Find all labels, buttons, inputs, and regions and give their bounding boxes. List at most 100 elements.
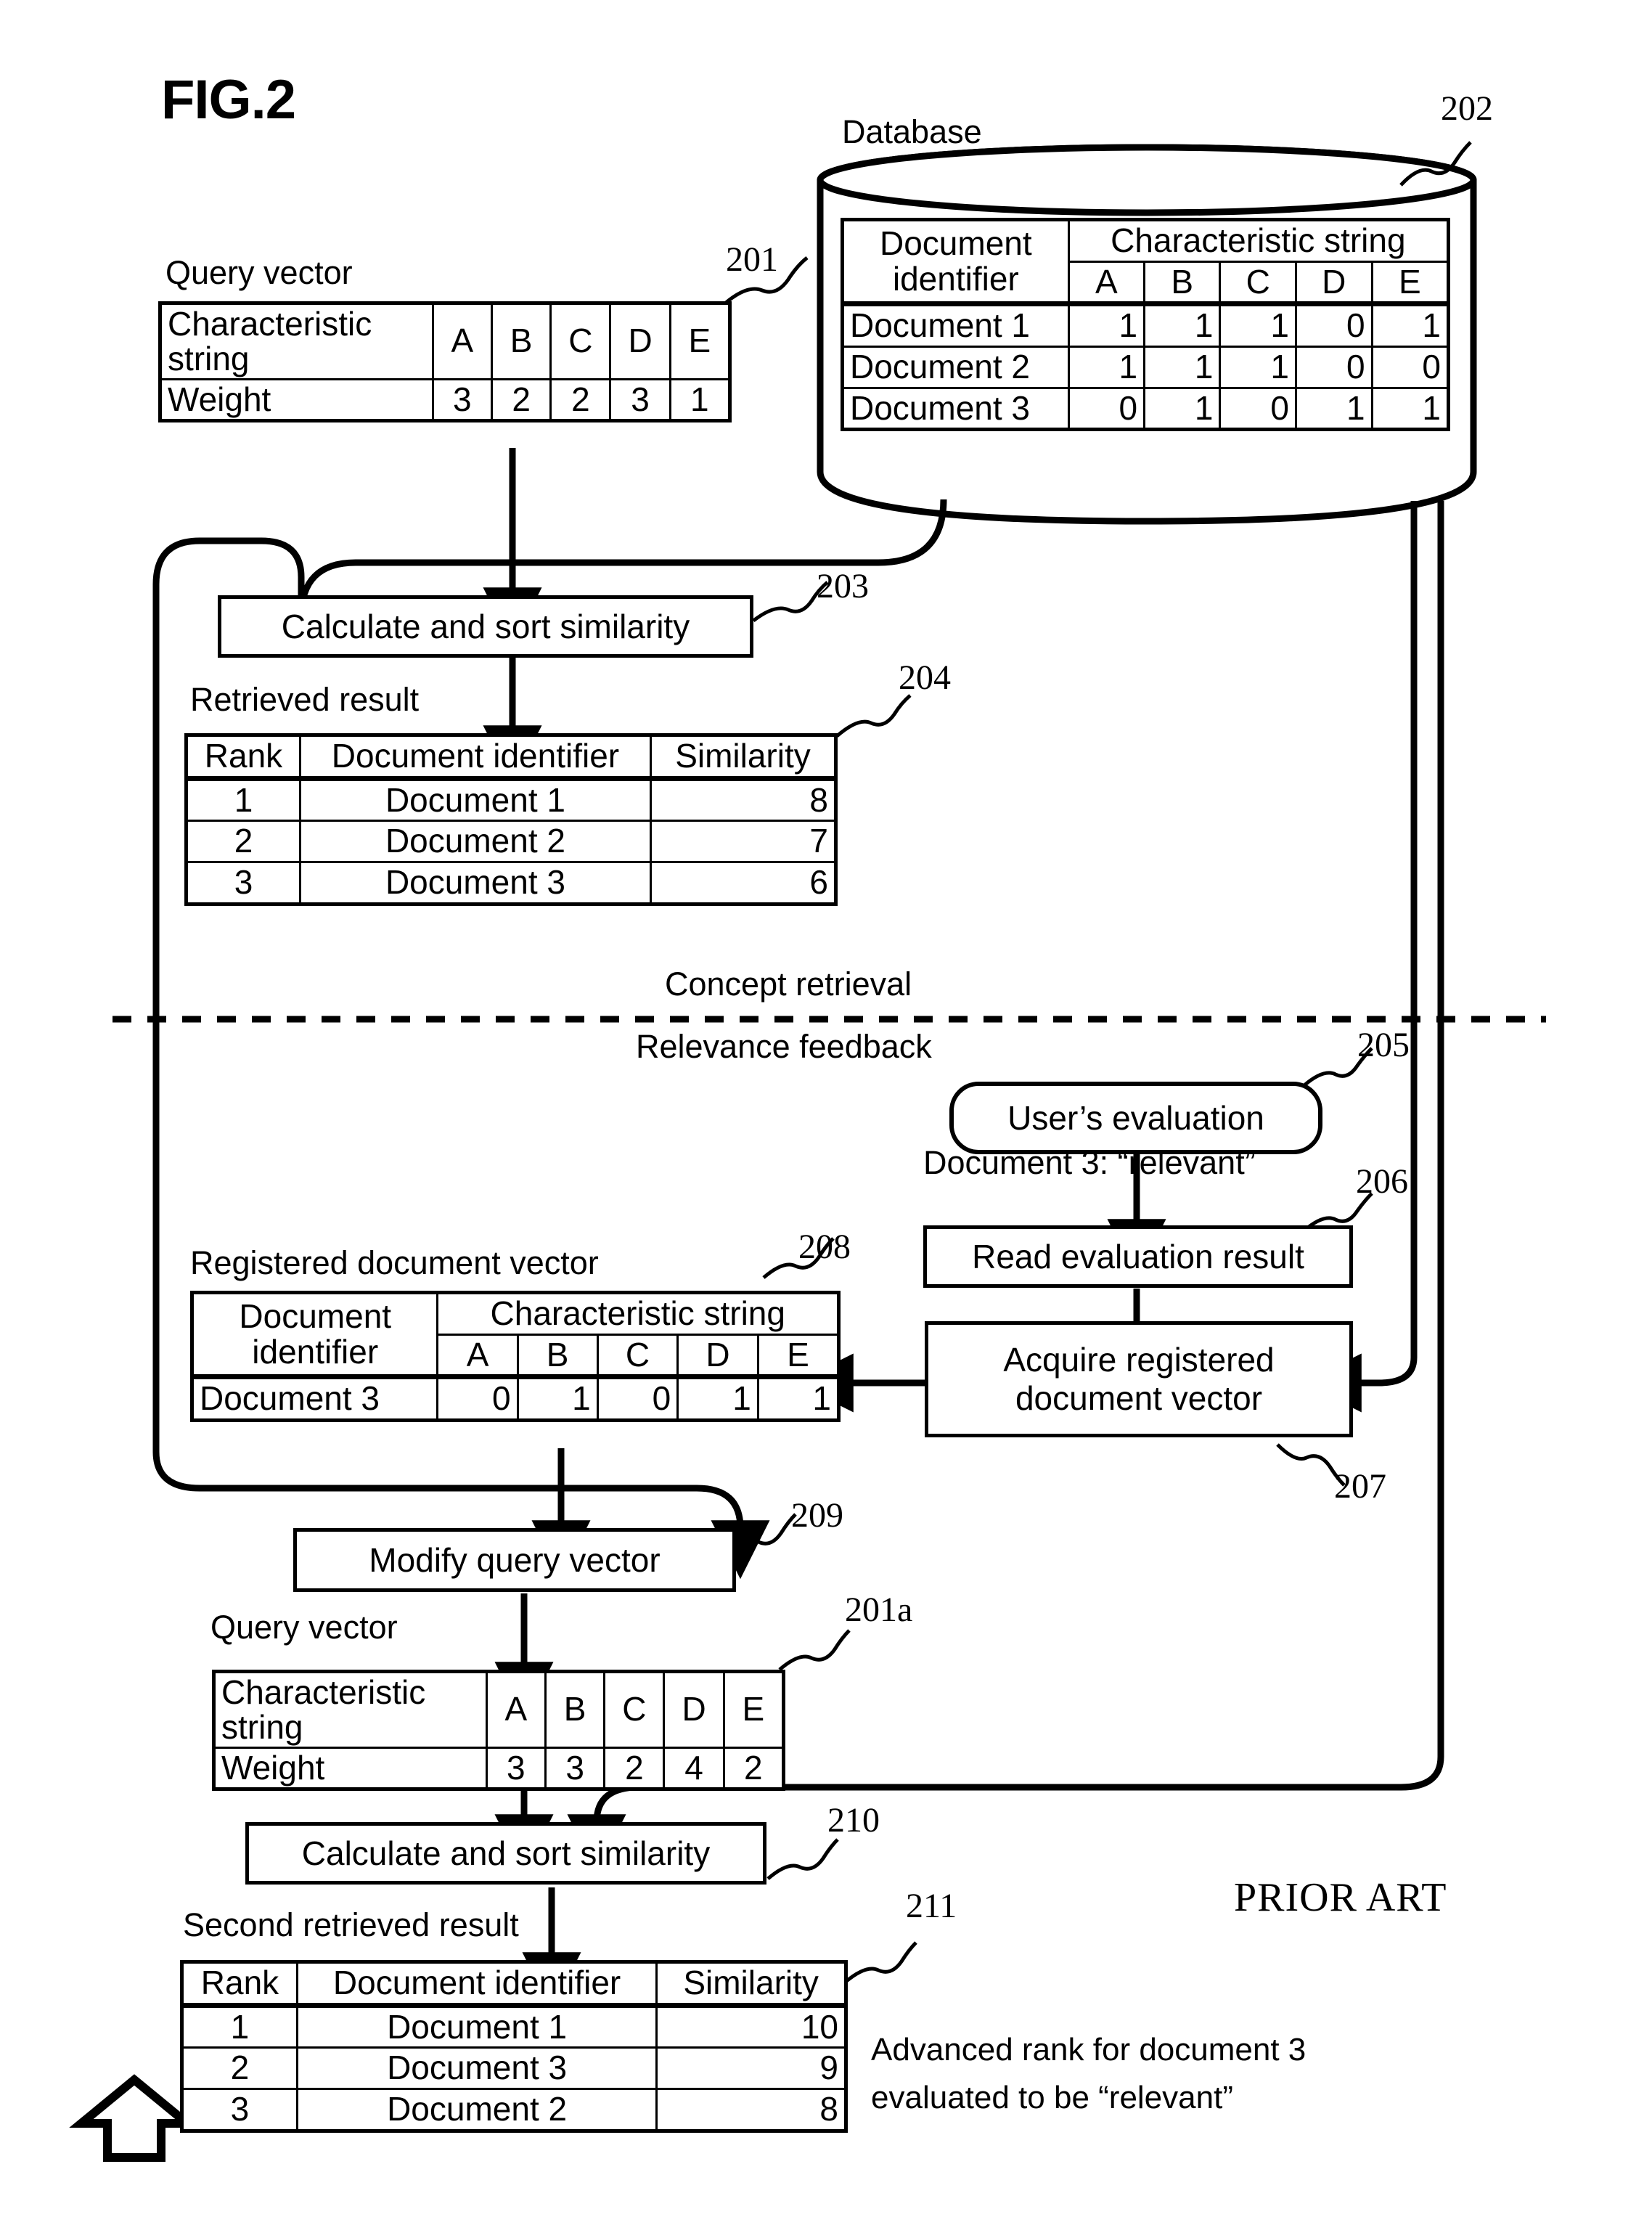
table-row: Document 2 1 1 1 0 0 <box>841 346 1450 389</box>
relevance-feedback-label: Relevance feedback <box>636 1028 932 1065</box>
db-header-id: Document identifier <box>841 218 1070 306</box>
db-row1-c: 1 <box>1219 346 1297 389</box>
db-row0-d: 0 <box>1295 303 1373 348</box>
db-row2-c: 0 <box>1219 386 1297 431</box>
rdv208-key-a: A <box>436 1333 519 1379</box>
qv201-key-d: D <box>609 302 671 380</box>
rdv208-r0-e: 1 <box>756 1376 841 1422</box>
qv201-w-e: 1 <box>668 377 732 422</box>
db-row0-e: 1 <box>1370 303 1450 348</box>
annotation-line-2: evaluated to be “relevant” <box>871 2080 1233 2115</box>
srr211-r2-rank: 3 <box>181 2088 298 2132</box>
database-label: Database <box>842 113 982 150</box>
rr204-r1-sim: 7 <box>649 820 838 864</box>
rr204-r0-rank: 1 <box>185 777 301 822</box>
query-vector-2-label: Query vector <box>210 1609 398 1646</box>
second-retrieved-result-table-211: Rank Document identifier Similarity 1 Do… <box>180 1960 848 2133</box>
second-retrieved-result-label: Second retrieved result <box>183 1906 519 1943</box>
ref-203: 203 <box>817 567 869 605</box>
table-row: Document 3 0 1 0 1 1 <box>190 1376 841 1422</box>
query-vector-label: Query vector <box>165 254 353 291</box>
srr211-r0-sim: 10 <box>655 2004 847 2049</box>
srr211-col-rank: Rank <box>181 1961 298 2006</box>
qv201-key-a: A <box>431 302 493 380</box>
qv201a-key-d: D <box>663 1670 725 1749</box>
annotation-line-1: Advanced rank for document 3 <box>871 2032 1307 2067</box>
db-row0-b: 1 <box>1143 303 1222 348</box>
db-row2-b: 1 <box>1143 386 1222 431</box>
db-key-d: D <box>1295 260 1373 306</box>
db-row1-d: 0 <box>1295 346 1373 389</box>
qv201-key-c: C <box>549 302 612 380</box>
db-row2-a: 0 <box>1067 386 1146 431</box>
leader-202 <box>1399 141 1472 187</box>
table-row: 3 Document 2 8 <box>181 2088 847 2132</box>
process-calculate-sort-similarity-2[interactable]: Calculate and sort similarity <box>245 1822 766 1885</box>
process-users-evaluation[interactable]: User’s evaluation <box>949 1082 1322 1154</box>
process-read-evaluation-result[interactable]: Read evaluation result <box>923 1225 1353 1288</box>
rr204-r1-doc: Document 2 <box>298 820 652 864</box>
rdv208-r0-a: 0 <box>436 1376 519 1422</box>
ref-201: 201 <box>726 240 778 279</box>
qv201a-w-e: 2 <box>722 1746 785 1791</box>
db-row1-b: 1 <box>1143 346 1222 389</box>
db-header-group: Characteristic string <box>1067 219 1450 263</box>
rdv208-r0-id: Document 3 <box>190 1376 439 1422</box>
process-modify-query-vector[interactable]: Modify query vector <box>293 1528 736 1592</box>
process-calculate-sort-similarity-1[interactable]: Calculate and sort similarity <box>218 595 753 658</box>
qv201-w-a: 3 <box>431 377 493 422</box>
leader-201a <box>778 1629 851 1671</box>
qv201a-key-b: B <box>544 1670 606 1749</box>
retrieved-result-table-204: Rank Document identifier Similarity 1 Do… <box>184 733 838 906</box>
registered-document-vector-label: Registered document vector <box>190 1244 599 1281</box>
qv201a-w-c: 2 <box>603 1746 666 1791</box>
rr204-r0-sim: 8 <box>649 777 838 822</box>
rdv208-key-e: E <box>756 1333 841 1379</box>
leader-211 <box>844 1941 917 1983</box>
qv201-w-c: 2 <box>549 377 612 422</box>
db-key-c: C <box>1219 260 1297 306</box>
figure-title: FIG.2 <box>161 69 296 131</box>
db-row2-id: Document 3 <box>841 386 1070 431</box>
rdv208-r0-c: 0 <box>596 1376 679 1422</box>
rr204-r2-doc: Document 3 <box>298 861 652 905</box>
table-row: 2 Document 3 9 <box>181 2046 847 2091</box>
query-vector-table-201a: Characteristic string A B C D E Weight 3… <box>212 1670 785 1792</box>
table-row: 1 Document 1 10 <box>181 2004 847 2049</box>
qv201-w-d: 3 <box>609 377 671 422</box>
rdv208-r0-d: 1 <box>676 1376 759 1422</box>
ref-209: 209 <box>791 1496 843 1535</box>
registered-document-vector-table-208: Document identifier Characteristic strin… <box>190 1291 841 1423</box>
table-header-row: Rank Document identifier Similarity <box>185 734 838 780</box>
rdv208-key-d: D <box>676 1333 759 1379</box>
result-pointer-arrow <box>69 2074 200 2162</box>
table-row: 3 Document 3 6 <box>185 861 838 905</box>
qv201-key-b: B <box>490 302 552 380</box>
database-table: Document identifier Characteristic strin… <box>841 218 1450 432</box>
db-row0-id: Document 1 <box>841 303 1070 348</box>
srr211-r0-rank: 1 <box>181 2004 298 2049</box>
leader-204 <box>835 694 912 738</box>
table-row: Document 1 1 1 1 0 1 <box>841 303 1450 348</box>
qv201a-w-b: 3 <box>544 1746 606 1791</box>
rr204-r2-sim: 6 <box>649 861 838 905</box>
db-key-e: E <box>1370 260 1450 306</box>
qv201-w-b: 2 <box>490 377 552 422</box>
ref-205: 205 <box>1357 1026 1410 1064</box>
db-row1-e: 0 <box>1370 346 1450 389</box>
qv201-row-header-1: Characteristic string <box>159 302 434 380</box>
process-acquire-registered-document-vector[interactable]: Acquire registered document vector <box>925 1321 1353 1437</box>
db-row0-c: 1 <box>1219 303 1297 348</box>
qv201a-w-a: 3 <box>485 1746 547 1791</box>
qv201-key-e: E <box>668 302 732 380</box>
db-row2-d: 1 <box>1295 386 1373 431</box>
db-key-b: B <box>1143 260 1222 306</box>
qv201a-key-c: C <box>603 1670 666 1749</box>
rdv208-header-group: Characteristic string <box>436 1291 840 1336</box>
db-key-a: A <box>1067 260 1146 306</box>
figure-canvas: FIG.2 Database 2 0 2 Document identifier C… <box>0 0 1652 2217</box>
db-row1-a: 1 <box>1067 346 1146 389</box>
prior-art-label: PRIOR ART <box>1234 1875 1447 1920</box>
retrieved-result-label: Retrieved result <box>190 681 420 718</box>
rr204-col-doc: Document identifier <box>298 734 652 780</box>
